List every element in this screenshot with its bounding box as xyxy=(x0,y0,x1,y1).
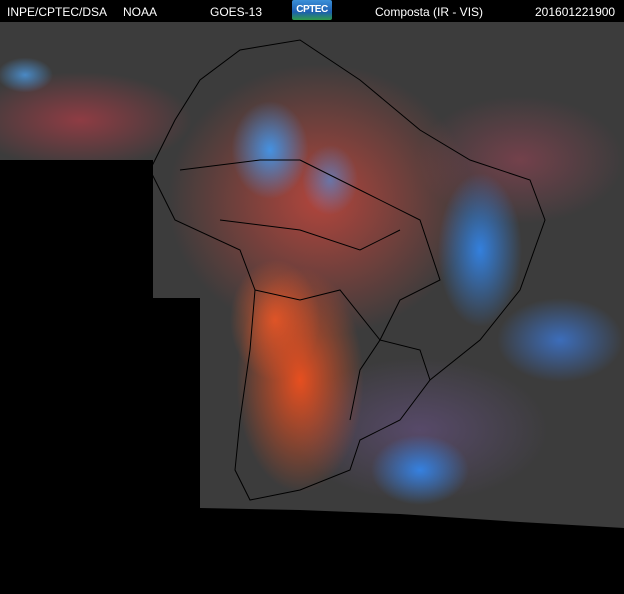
satellite-label: GOES-13 xyxy=(210,5,263,19)
image-header: INPE/CPTEC/DSA NOAA GOES-13 CPTEC Compos… xyxy=(0,0,624,22)
country-borders xyxy=(149,39,546,501)
agency-label: NOAA xyxy=(123,5,158,19)
brazil-border xyxy=(299,159,441,381)
andes-border xyxy=(254,289,381,421)
south-america-coastline xyxy=(149,39,546,501)
institution-label: INPE/CPTEC/DSA xyxy=(7,5,108,19)
cptec-logo: CPTEC xyxy=(292,0,332,20)
inner-borders xyxy=(179,159,401,251)
timestamp-label: 201601221900 xyxy=(535,5,616,19)
product-label: Composta (IR - VIS) xyxy=(375,5,484,19)
